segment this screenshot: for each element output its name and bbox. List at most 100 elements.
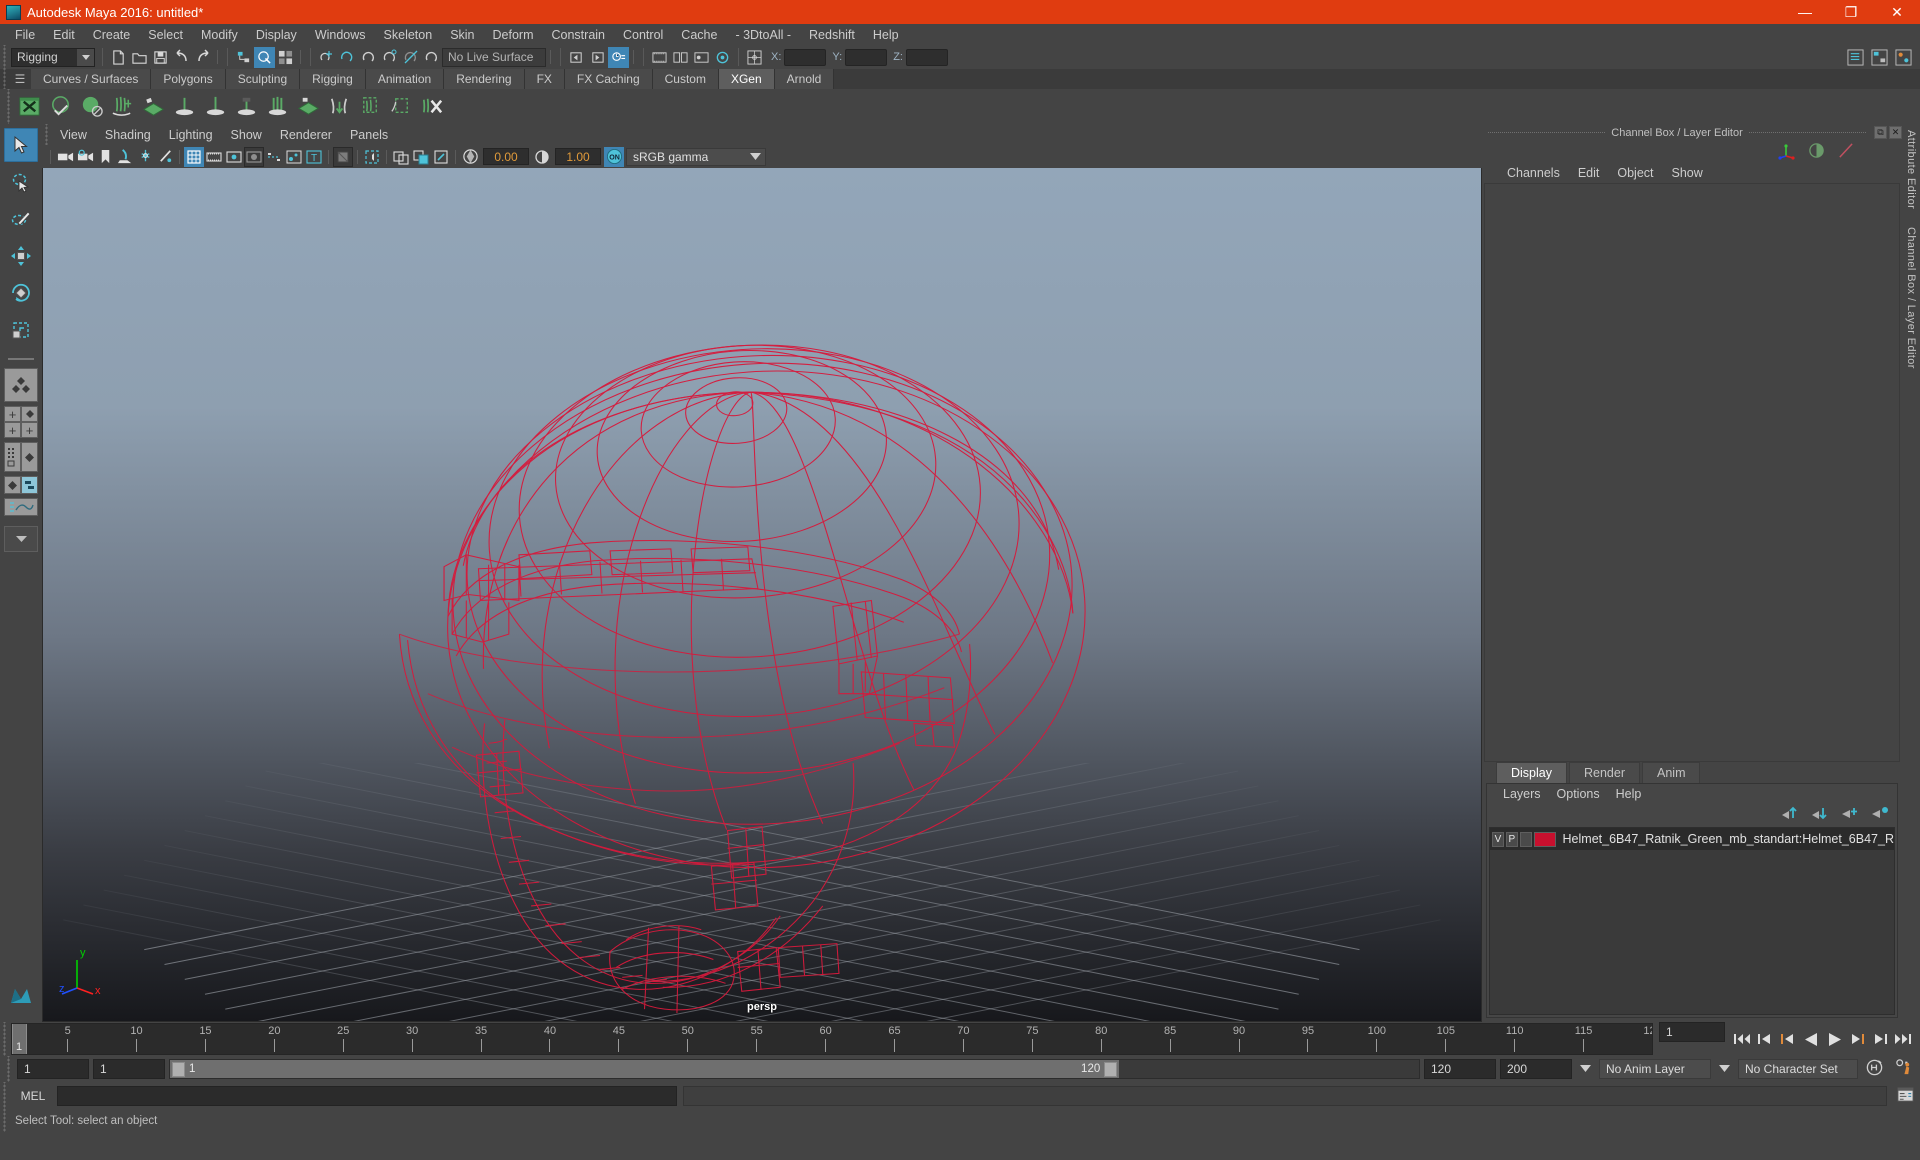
undo-icon[interactable] bbox=[171, 47, 192, 68]
channel-box-menu-edit[interactable]: Edit bbox=[1569, 164, 1609, 182]
xgen-mask-icon[interactable] bbox=[139, 92, 168, 121]
open-scene-icon[interactable] bbox=[129, 47, 150, 68]
make-live-icon[interactable] bbox=[421, 47, 442, 68]
new-layer-icon[interactable] bbox=[1841, 806, 1859, 823]
show-manipulators-icon[interactable] bbox=[1778, 142, 1796, 163]
saved-layouts-dropdown[interactable] bbox=[4, 526, 38, 552]
new-layer-from-selected-icon[interactable] bbox=[1871, 806, 1889, 823]
menu-deform[interactable]: Deform bbox=[484, 26, 543, 44]
scale-tool[interactable] bbox=[4, 313, 38, 347]
shadows-icon[interactable] bbox=[155, 147, 175, 167]
viewport-menu-panels[interactable]: Panels bbox=[341, 126, 397, 144]
range-slider-gripper[interactable] bbox=[4, 1056, 13, 1082]
show-hide-attribute-editor-icon[interactable] bbox=[608, 46, 629, 68]
script-editor-icon[interactable] bbox=[1891, 1086, 1920, 1106]
xgen-noise-icon[interactable] bbox=[294, 92, 323, 121]
auto-keyframe-toggle-icon[interactable] bbox=[1862, 1058, 1887, 1080]
3d-viewport[interactable]: y x z persp bbox=[42, 168, 1482, 1022]
hypergraph-persp-layout[interactable] bbox=[4, 476, 38, 494]
close-button[interactable]: ✕ bbox=[1874, 0, 1920, 24]
select-by-component-icon[interactable] bbox=[275, 47, 296, 68]
shelf-tab-polygons[interactable]: Polygons bbox=[151, 69, 226, 89]
shelf-tab-xgen[interactable]: XGen bbox=[718, 69, 775, 89]
image-plane-icon[interactable] bbox=[115, 147, 135, 167]
menu-constrain[interactable]: Constrain bbox=[543, 26, 615, 44]
character-set-chevron-icon[interactable] bbox=[1715, 1064, 1734, 1074]
snap-to-curve-icon[interactable] bbox=[337, 47, 358, 68]
xgen-delete-icon[interactable] bbox=[418, 92, 447, 121]
lasso-select-tool[interactable] bbox=[4, 165, 38, 199]
range-start-field[interactable]: 1 bbox=[93, 1059, 165, 1079]
single-perspective-layout[interactable] bbox=[4, 368, 38, 402]
shelf-tab-curves-surfaces[interactable]: Curves / Surfaces bbox=[31, 69, 152, 89]
layer-color-swatch[interactable] bbox=[1533, 831, 1556, 847]
layer-playback-toggle[interactable]: P bbox=[1505, 831, 1518, 847]
viewport-menu-renderer[interactable]: Renderer bbox=[271, 126, 341, 144]
grid-toggle-icon[interactable] bbox=[184, 146, 204, 167]
hardware-texturing-icon[interactable] bbox=[391, 147, 411, 167]
open-hypergraph-icon[interactable] bbox=[1869, 47, 1890, 68]
panel-drag-dots-right[interactable] bbox=[1748, 132, 1866, 133]
shelf-tab-sculpting[interactable]: Sculpting bbox=[225, 69, 301, 89]
time-slider-track[interactable]: 1 5 10 15 20 25 30 35 40 45 50 55 60 65 70 75 80 85 90 95 1… bbox=[11, 1023, 1653, 1055]
select-by-object-type-icon[interactable] bbox=[254, 46, 275, 68]
menu-display[interactable]: Display bbox=[247, 26, 306, 44]
go-to-end-icon[interactable] bbox=[1892, 1027, 1914, 1051]
xgen-select-region-icon[interactable] bbox=[356, 92, 385, 121]
time-slider-gripper[interactable] bbox=[0, 1022, 9, 1056]
play-backwards-icon[interactable] bbox=[1800, 1027, 1822, 1051]
live-surface-field[interactable]: No Live Surface bbox=[442, 47, 546, 67]
menu-redshift[interactable]: Redshift bbox=[800, 26, 864, 44]
select-by-hierarchy-icon[interactable] bbox=[233, 47, 254, 68]
xgen-clump-icon[interactable] bbox=[263, 92, 292, 121]
layer-menu-help[interactable]: Help bbox=[1608, 785, 1650, 803]
command-line-gripper[interactable] bbox=[0, 1082, 9, 1110]
shelf-tab-fx[interactable]: FX bbox=[524, 69, 565, 89]
viewport-gripper[interactable] bbox=[42, 124, 51, 145]
xgen-editor-icon[interactable] bbox=[15, 92, 44, 121]
move-layer-up-icon[interactable] bbox=[1781, 806, 1799, 823]
input-output-connections-icon[interactable] bbox=[744, 47, 765, 68]
character-set-selector[interactable]: No Character Set bbox=[1738, 1059, 1858, 1079]
film-gate-icon[interactable] bbox=[204, 147, 224, 167]
xgen-density-icon[interactable] bbox=[170, 92, 199, 121]
render-settings-icon[interactable] bbox=[691, 47, 712, 68]
bookmarks-icon[interactable] bbox=[95, 147, 115, 167]
shelf-gripper[interactable] bbox=[0, 69, 9, 89]
layer-visibility-toggle[interactable]: V bbox=[1492, 831, 1504, 847]
resolution-gate-icon[interactable] bbox=[224, 147, 244, 167]
command-input[interactable] bbox=[57, 1086, 677, 1106]
menu-windows[interactable]: Windows bbox=[306, 26, 375, 44]
xgen-width-icon[interactable] bbox=[232, 92, 261, 121]
shelf-tab-rigging[interactable]: Rigging bbox=[300, 69, 366, 89]
step-forward-frame-icon[interactable] bbox=[1846, 1027, 1868, 1051]
shelf-tab-fx-caching[interactable]: FX Caching bbox=[564, 69, 653, 89]
menu-skeleton[interactable]: Skeleton bbox=[375, 26, 442, 44]
anim-layer-chevron-icon[interactable] bbox=[1576, 1064, 1595, 1074]
channel-box-menu-channels[interactable]: Channels bbox=[1498, 164, 1569, 182]
menu-set-selector[interactable]: Rigging bbox=[11, 47, 95, 67]
menu-file[interactable]: File bbox=[6, 26, 44, 44]
range-end-handle[interactable] bbox=[1104, 1061, 1118, 1077]
render-view-icon[interactable] bbox=[649, 47, 670, 68]
menu-help[interactable]: Help bbox=[864, 26, 908, 44]
step-back-keyframe-icon[interactable] bbox=[1754, 1027, 1776, 1051]
shelf-tab-arnold[interactable]: Arnold bbox=[774, 69, 835, 89]
attribute-editor-icon[interactable] bbox=[1837, 142, 1854, 162]
shelf-tab-animation[interactable]: Animation bbox=[365, 69, 445, 89]
open-node-editor-icon[interactable] bbox=[1893, 47, 1914, 68]
xgen-preview-icon[interactable] bbox=[46, 92, 75, 121]
hypershade-icon[interactable] bbox=[712, 47, 733, 68]
shelf-menu-icon[interactable]: ☰ bbox=[9, 69, 31, 89]
status-bar-gripper[interactable] bbox=[0, 1110, 9, 1132]
tab-render[interactable]: Render bbox=[1569, 762, 1640, 783]
animation-preferences-icon[interactable] bbox=[1891, 1058, 1916, 1080]
step-forward-keyframe-icon[interactable] bbox=[1869, 1027, 1891, 1051]
statusline-gripper[interactable] bbox=[0, 45, 9, 69]
persp-graph-editor-layout[interactable] bbox=[4, 498, 38, 516]
xray-joints-icon[interactable] bbox=[264, 147, 284, 167]
tab-attribute-editor[interactable]: Attribute Editor bbox=[1905, 130, 1917, 209]
range-bar-track[interactable]: 1 120 bbox=[169, 1059, 1420, 1079]
animation-start-field[interactable]: 1 bbox=[17, 1059, 89, 1079]
channel-box-menu-object[interactable]: Object bbox=[1608, 164, 1662, 182]
